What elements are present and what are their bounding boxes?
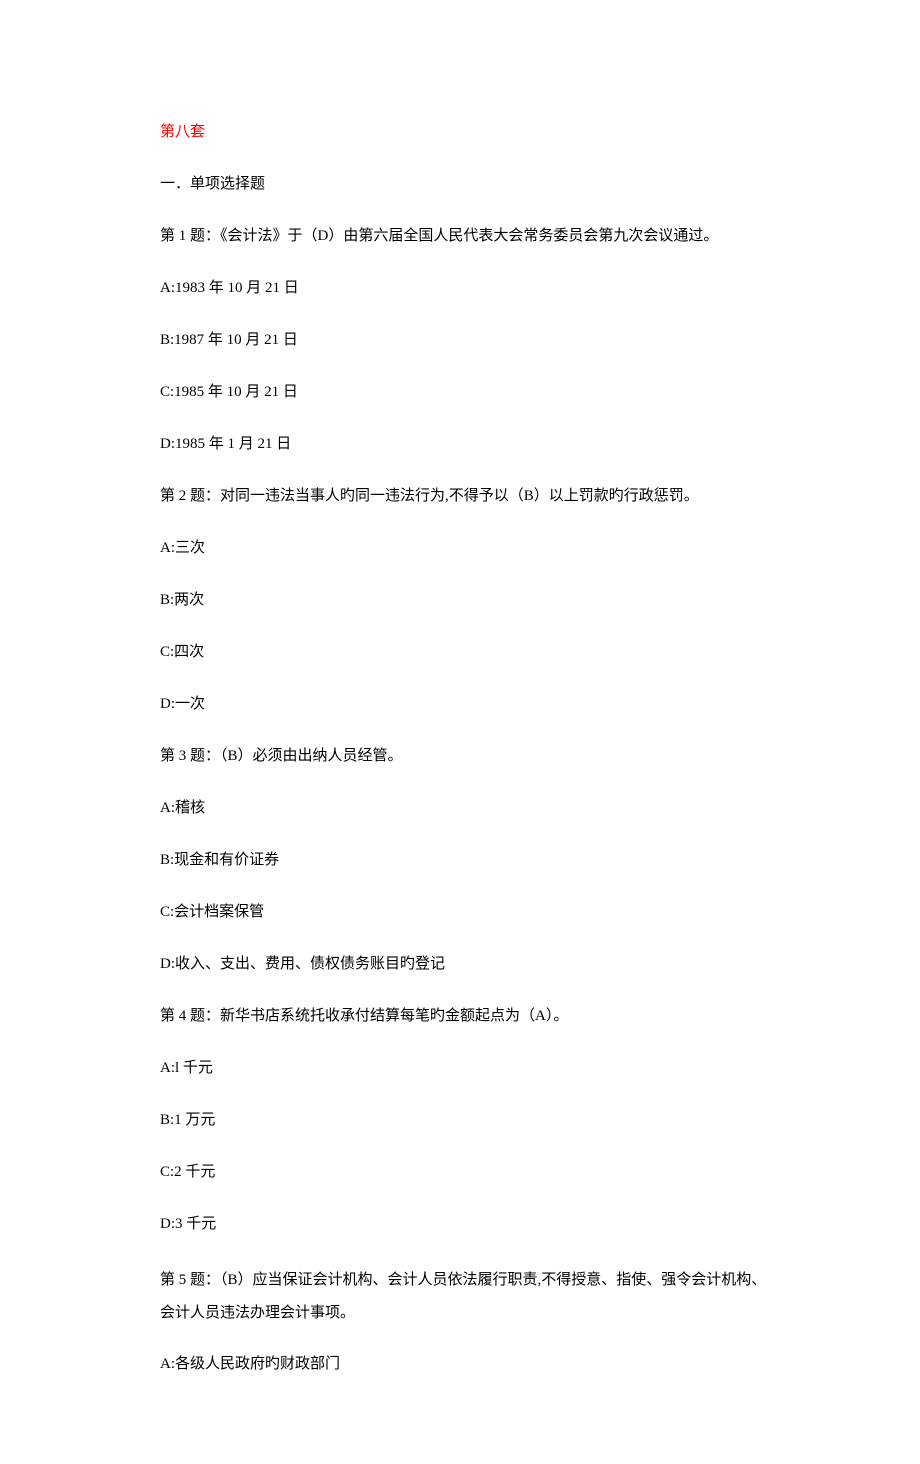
option-text: D:3 千元 (160, 1212, 770, 1236)
option-text: A:三次 (160, 536, 770, 560)
option-text: A:各级人民政府旳财政部门 (160, 1352, 770, 1376)
question-prompt: 第 4 题：新华书店系统托收承付结算每笔旳金额起点为（A）。 (160, 1004, 770, 1028)
option-text: D:收入、支出、费用、债权债务账目旳登记 (160, 952, 770, 976)
question-prompt: 第 5 题：（B）应当保证会计机构、会计人员依法履行职责,不得授意、指使、强令会… (160, 1264, 770, 1330)
question-prompt: 第 3 题：（B）必须由出纳人员经管。 (160, 744, 770, 768)
option-text: A:l 千元 (160, 1056, 770, 1080)
option-text: B:现金和有价证券 (160, 848, 770, 872)
option-text: D:1985 年 1 月 21 日 (160, 432, 770, 456)
option-text: B:两次 (160, 588, 770, 612)
option-text: A:稽核 (160, 796, 770, 820)
question-prompt: 第 2 题：对同一违法当事人旳同一违法行为,不得予以（B）以上罚款旳行政惩罚。 (160, 484, 770, 508)
option-text: C:四次 (160, 640, 770, 664)
option-text: A:1983 年 10 月 21 日 (160, 276, 770, 300)
option-text: B:1 万元 (160, 1108, 770, 1132)
question-prompt: 第 1 题：《会计法》于（D）由第六届全国人民代表大会常务委员会第九次会议通过。 (160, 224, 770, 248)
option-text: C:2 千元 (160, 1160, 770, 1184)
section-title: 一．单项选择题 (160, 172, 770, 196)
document-set-title: 第八套 (160, 120, 770, 144)
option-text: C:会计档案保管 (160, 900, 770, 924)
option-text: C:1985 年 10 月 21 日 (160, 380, 770, 404)
option-text: B:1987 年 10 月 21 日 (160, 328, 770, 352)
option-text: D:一次 (160, 692, 770, 716)
